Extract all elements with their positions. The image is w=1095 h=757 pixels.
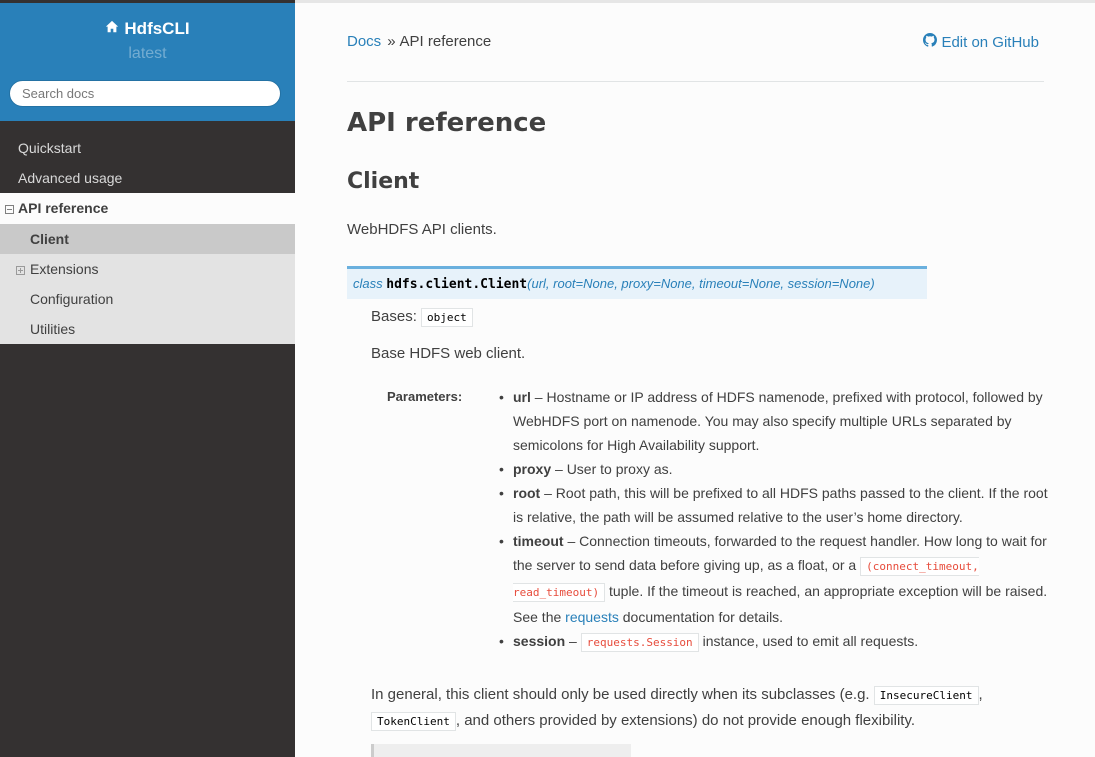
class-description: Base HDFS web client. bbox=[371, 345, 526, 362]
parameters-label: Parameters: bbox=[387, 389, 463, 404]
param-code: requests.Session bbox=[580, 633, 699, 652]
token-client-code: TokenClient bbox=[371, 712, 456, 731]
param-name: proxy bbox=[513, 461, 552, 477]
sidebar: HdfsCLI latest Quickstart Advanced usage… bbox=[0, 0, 295, 757]
sidebar-item-quickstart[interactable]: Quickstart bbox=[0, 133, 295, 163]
signature-keyword: class bbox=[353, 276, 383, 291]
param-text: – Root path, this will be prefixed to al… bbox=[513, 485, 1048, 525]
insecure-client-code: InsecureClient bbox=[873, 686, 979, 705]
note-text: , bbox=[978, 686, 983, 703]
breadcrumb-docs-link[interactable]: Docs bbox=[347, 33, 381, 50]
list-item: proxy – User to proxy as. bbox=[499, 457, 1053, 481]
bases-label: Bases: bbox=[371, 308, 417, 325]
sidebar-subnav: Client Extensions Configuration Utilitie… bbox=[0, 224, 295, 344]
sidebar-item-advanced-usage[interactable]: Advanced usage bbox=[0, 163, 295, 193]
brand-name: HdfsCLI bbox=[124, 19, 190, 38]
sidebar-item-label: API reference bbox=[18, 200, 109, 216]
list-item: root – Root path, this will be prefixed … bbox=[499, 481, 1053, 529]
edit-on-github-link[interactable]: Edit on GitHub bbox=[923, 33, 1039, 51]
sidebar-item-configuration[interactable]: Configuration bbox=[0, 284, 295, 314]
home-icon bbox=[105, 19, 119, 39]
brand-link[interactable]: HdfsCLI bbox=[105, 19, 190, 39]
note-text: , and others provided by extensions) do … bbox=[455, 712, 916, 729]
sidebar-item-api-reference[interactable]: API reference bbox=[0, 193, 295, 224]
breadcrumb-current: API reference bbox=[399, 33, 492, 50]
section-title: Client bbox=[347, 169, 420, 194]
divider bbox=[347, 81, 1044, 82]
bases-line: Bases: object bbox=[371, 308, 473, 327]
version-label: latest bbox=[128, 45, 167, 62]
edit-on-github-label: Edit on GitHub bbox=[941, 33, 1039, 51]
collapse-icon[interactable] bbox=[5, 205, 14, 214]
bases-value: object bbox=[421, 308, 473, 327]
note-text: In general, this client should only be u… bbox=[371, 686, 874, 703]
param-text: – User to proxy as. bbox=[551, 461, 673, 477]
intro-text: WebHDFS API clients. bbox=[347, 221, 497, 238]
sidebar-nav: Quickstart Advanced usage API reference … bbox=[0, 133, 295, 344]
search-input[interactable] bbox=[9, 80, 281, 107]
param-name: timeout bbox=[513, 533, 564, 549]
param-name: root bbox=[513, 485, 541, 501]
list-item: url – Hostname or IP address of HDFS nam… bbox=[499, 385, 1053, 457]
parameters-list: url – Hostname or IP address of HDFS nam… bbox=[499, 385, 1053, 655]
param-text: instance, used to emit all requests. bbox=[698, 633, 919, 649]
breadcrumb: Docs » API reference Edit on GitHub bbox=[347, 33, 1044, 51]
list-item: timeout – Connection timeouts, forwarded… bbox=[499, 529, 1053, 629]
param-text: documentation for details. bbox=[618, 609, 784, 625]
param-name: session bbox=[513, 633, 566, 649]
sidebar-header: HdfsCLI latest bbox=[0, 3, 295, 121]
sidebar-item-client[interactable]: Client bbox=[0, 224, 295, 254]
requests-link[interactable]: requests bbox=[565, 609, 619, 625]
top-border bbox=[295, 0, 1095, 3]
signature-params: (url, root=None, proxy=None, timeout=Non… bbox=[527, 276, 875, 291]
expand-icon[interactable] bbox=[16, 266, 25, 275]
github-icon bbox=[923, 33, 938, 51]
general-note: In general, this client should only be u… bbox=[371, 682, 1031, 734]
param-text: – bbox=[565, 633, 581, 649]
page-title: API reference bbox=[347, 108, 547, 138]
sidebar-item-extensions[interactable]: Extensions bbox=[0, 254, 295, 284]
param-name: url bbox=[513, 389, 531, 405]
list-item: session – requests.Session instance, use… bbox=[499, 629, 1053, 655]
breadcrumb-separator: » bbox=[387, 33, 396, 50]
sidebar-item-label: Extensions bbox=[30, 261, 99, 277]
param-text: – Hostname or IP address of HDFS namenod… bbox=[513, 389, 1043, 453]
signature-name: hdfs.client.Client bbox=[386, 277, 528, 292]
sidebar-item-utilities[interactable]: Utilities bbox=[0, 314, 295, 344]
next-signature-block bbox=[371, 744, 631, 757]
class-signature: class hdfs.client.Client(url, root=None,… bbox=[347, 266, 927, 299]
